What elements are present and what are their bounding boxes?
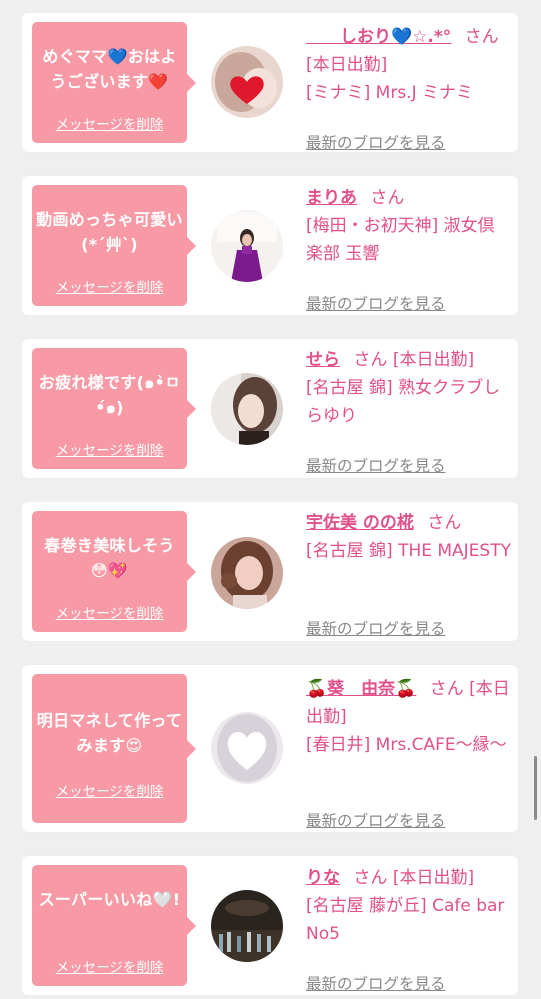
honorific: さん <box>427 513 462 533</box>
delete-message-link[interactable]: メッセージを削除 <box>32 113 187 133</box>
honorific: さん <box>353 350 388 370</box>
cast-info: 🍒葵 由奈🍒 さん [本日出勤] [春日井] Mrs.CAFE～縁～ 最新のブロ… <box>306 675 511 830</box>
status-badge: [本日出勤] <box>392 350 475 370</box>
latest-blog-link[interactable]: 最新のブログを見る <box>306 807 446 835</box>
message-text: 動画めっちゃ可愛い(*´艸`) <box>36 210 183 254</box>
cast-name-line: 🍒葵 由奈🍒 さん [本日出勤] <box>306 675 511 731</box>
delete-message-link[interactable]: メッセージを削除 <box>32 276 187 296</box>
avatar-photo <box>211 890 283 962</box>
cast-name-line: しおり💙☆.*° さん [本日出勤] <box>306 23 511 79</box>
cast-name-link[interactable]: りな <box>306 868 340 888</box>
message-bubble: スーパーいいね🤍! メッセージを削除 <box>32 865 196 986</box>
message-card: 春巻き美味しそう😳💖 メッセージを削除 宇佐美 のの椛 さん [名古屋 錦] T… <box>22 502 518 641</box>
latest-blog-link[interactable]: 最新のブログを見る <box>306 452 446 480</box>
honorific: さん <box>370 188 405 208</box>
avatar[interactable] <box>211 373 283 445</box>
avatar[interactable] <box>211 46 283 118</box>
cast-name-line: 宇佐美 のの椛 さん <box>306 509 511 537</box>
message-card: 明日マネして作ってみます😍 メッセージを削除 🍒葵 由奈🍒 さん [本日出勤] … <box>22 665 518 832</box>
cast-info: せら さん [本日出勤] [名古屋 錦] 熟女クラブしらゆり 最新のブログを見る <box>306 346 511 475</box>
shop-name: [春日井] Mrs.CAFE～縁～ <box>306 735 507 755</box>
cast-info: りな さん [本日出勤] [名古屋 藤が丘] Cafe bar No5 最新のブ… <box>306 864 511 993</box>
shop-name: [梅田・お初天神] 淑女倶楽部 玉響 <box>306 216 495 264</box>
message-bubble: 春巻き美味しそう😳💖 メッセージを削除 <box>32 511 196 632</box>
message-bubble: お疲れ様です(๑•̀ㅁ•́๑) メッセージを削除 <box>32 348 196 469</box>
delete-message-link[interactable]: メッセージを削除 <box>32 956 187 976</box>
honorific: さん <box>353 868 388 888</box>
shop-name: [名古屋 藤が丘] Cafe bar No5 <box>306 896 505 944</box>
avatar[interactable] <box>211 890 283 962</box>
latest-blog-link[interactable]: 最新のブログを見る <box>306 290 446 318</box>
honorific: さん <box>464 27 499 47</box>
shop-name: [名古屋 錦] 熟女クラブしらゆり <box>306 378 501 426</box>
delete-message-link[interactable]: メッセージを削除 <box>32 439 187 459</box>
message-text: 春巻き美味しそう😳💖 <box>44 536 175 580</box>
latest-blog-link[interactable]: 最新のブログを見る <box>306 970 446 998</box>
cast-name-link[interactable]: しおり💙☆.*° <box>306 27 451 47</box>
status-badge: [本日出勤] <box>306 55 388 75</box>
cast-name-link[interactable]: 宇佐美 のの椛 <box>306 513 414 533</box>
message-bubble: 動画めっちゃ可愛い(*´艸`) メッセージを削除 <box>32 185 196 306</box>
message-text: めぐママ💙おはようございます❤️ <box>42 47 177 91</box>
cast-name-line: せら さん [本日出勤] <box>306 346 511 374</box>
delete-message-link[interactable]: メッセージを削除 <box>32 780 187 800</box>
message-text: お疲れ様です(๑•̀ㅁ•́๑) <box>38 373 181 417</box>
shop-name: [名古屋 錦] THE MAJESTY <box>306 541 511 561</box>
avatar-photo <box>211 210 283 282</box>
avatar-photo <box>211 373 283 445</box>
cast-name-line: まりあ さん <box>306 184 511 212</box>
message-card: スーパーいいね🤍! メッセージを削除 りな さん [本日出勤] [名古屋 藤が丘… <box>22 856 518 995</box>
delete-message-link[interactable]: メッセージを削除 <box>32 602 187 622</box>
avatar-photo <box>211 712 283 784</box>
cast-name-link[interactable]: 🍒葵 由奈🍒 <box>306 679 416 699</box>
avatar[interactable] <box>211 537 283 609</box>
avatar[interactable] <box>211 210 283 282</box>
message-text: 明日マネして作ってみます😍 <box>36 711 183 755</box>
message-bubble: 明日マネして作ってみます😍 メッセージを削除 <box>32 674 196 823</box>
cast-info: 宇佐美 のの椛 さん [名古屋 錦] THE MAJESTY 最新のブログを見る <box>306 509 511 638</box>
avatar-photo <box>211 46 283 118</box>
latest-blog-link[interactable]: 最新のブログを見る <box>306 615 446 643</box>
message-bubble: めぐママ💙おはようございます❤️ メッセージを削除 <box>32 22 196 143</box>
message-card: お疲れ様です(๑•̀ㅁ•́๑) メッセージを削除 せら さん [本日出勤] [名… <box>22 339 518 478</box>
message-card: 動画めっちゃ可愛い(*´艸`) メッセージを削除 まりあ さん [梅田・お初天神… <box>22 176 518 315</box>
honorific: さん <box>429 679 464 699</box>
cast-name-link[interactable]: せら <box>306 350 340 370</box>
cast-info: まりあ さん [梅田・お初天神] 淑女倶楽部 玉響 最新のブログを見る <box>306 184 511 313</box>
avatar[interactable] <box>211 712 283 784</box>
message-card: めぐママ💙おはようございます❤️ メッセージを削除 しおり💙☆.*° さん [本… <box>22 13 518 152</box>
avatar-photo <box>211 537 283 609</box>
shop-name: [ミナミ] Mrs.J ミナミ <box>306 83 474 103</box>
status-badge: [本日出勤] <box>392 868 475 888</box>
latest-blog-link[interactable]: 最新のブログを見る <box>306 129 446 157</box>
cast-info: しおり💙☆.*° さん [本日出勤] [ミナミ] Mrs.J ミナミ 最新のブロ… <box>306 23 511 152</box>
cast-name-line: りな さん [本日出勤] <box>306 864 511 892</box>
scrollbar[interactable] <box>534 756 537 820</box>
message-text: スーパーいいね🤍! <box>38 890 181 909</box>
cast-name-link[interactable]: まりあ <box>306 188 357 208</box>
